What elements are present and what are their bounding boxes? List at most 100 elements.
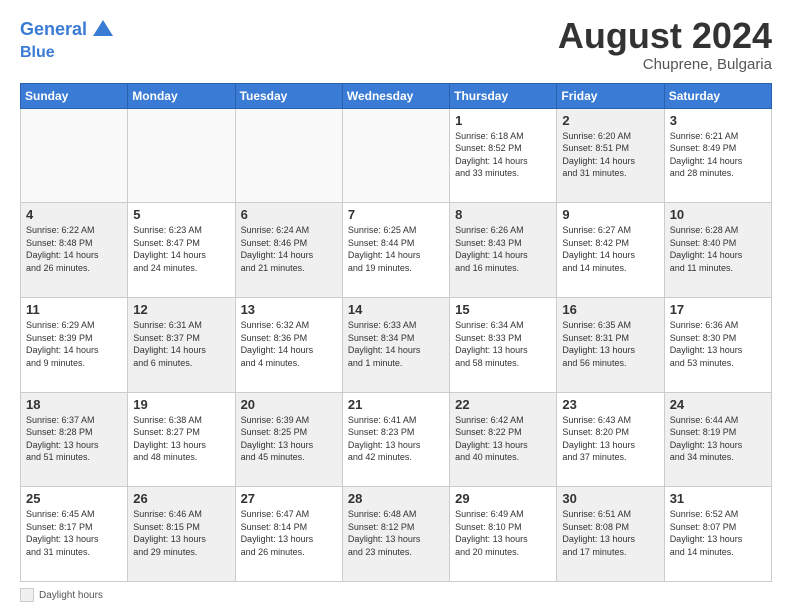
day-info: Sunrise: 6:25 AM Sunset: 8:44 PM Dayligh… — [348, 224, 444, 274]
day-cell: 15 Sunrise: 6:34 AM Sunset: 8:33 PM Dayli… — [450, 297, 557, 392]
weekday-header-thursday: Thursday — [450, 83, 557, 108]
month-year-title: August 2024 — [558, 16, 772, 56]
day-number: 9 — [562, 207, 658, 222]
day-number: 31 — [670, 491, 766, 506]
weekday-header-friday: Friday — [557, 83, 664, 108]
day-cell: 21Sunrise: 6:41 AM Sunset: 8:23 PM Dayli… — [342, 392, 449, 487]
day-cell: 10Sunrise: 6:28 AM Sunset: 8:40 PM Dayli… — [664, 203, 771, 298]
day-info: Sunrise: 6:38 AM Sunset: 8:27 PM Dayligh… — [133, 414, 229, 464]
day-number: 25 — [26, 491, 122, 506]
day-number: 20 — [241, 397, 337, 412]
day-number: 6 — [241, 207, 337, 222]
day-info: Sunrise: 6:27 AM Sunset: 8:42 PM Dayligh… — [562, 224, 658, 274]
day-cell: 23 Sunrise: 6:43 AM Sunset: 8:20 PM Dayli… — [557, 392, 664, 487]
day-info: Sunrise: 6:48 AM Sunset: 8:12 PM Dayligh… — [348, 508, 444, 558]
day-number: 15 — [455, 302, 551, 317]
weekday-header-row: SundayMondayTuesdayWednesdayThursdayFrid… — [21, 83, 772, 108]
weekday-header-tuesday: Tuesday — [235, 83, 342, 108]
day-number: 18 — [26, 397, 122, 412]
logo-line1: General — [20, 16, 117, 44]
day-cell: 8 Sunrise: 6:26 AM Sunset: 8:43 PM Daylig… — [450, 203, 557, 298]
location-title: Chuprene, Bulgaria — [558, 56, 772, 73]
day-number: 7 — [348, 207, 444, 222]
day-number: 26 — [133, 491, 229, 506]
day-cell: 16 Sunrise: 6:35 AM Sunset: 8:31 PM Dayli… — [557, 297, 664, 392]
day-number: 23 — [562, 397, 658, 412]
day-number: 30 — [562, 491, 658, 506]
day-number: 21 — [348, 397, 444, 412]
day-info: Sunrise: 6:33 AM Sunset: 8:34 PM Dayligh… — [348, 319, 444, 369]
logo-blue: Blue — [20, 44, 117, 62]
day-cell: 27 Sunrise: 6:47 AM Sunset: 8:14 PM Dayli… — [235, 487, 342, 582]
day-info: Sunrise: 6:18 AM Sunset: 8:52 PM Dayligh… — [455, 130, 551, 180]
day-info: Sunrise: 6:39 AM Sunset: 8:25 PM Dayligh… — [241, 414, 337, 464]
week-row-3: 18 Sunrise: 6:37 AM Sunset: 8:28 PM Dayli… — [21, 392, 772, 487]
day-number: 17 — [670, 302, 766, 317]
day-info: Sunrise: 6:28 AM Sunset: 8:40 PM Dayligh… — [670, 224, 766, 274]
day-info: Sunrise: 6:45 AM Sunset: 8:17 PM Dayligh… — [26, 508, 122, 558]
day-cell: 14 Sunrise: 6:33 AM Sunset: 8:34 PM Dayli… — [342, 297, 449, 392]
day-info: Sunrise: 6:36 AM Sunset: 8:30 PM Dayligh… — [670, 319, 766, 369]
day-cell: 9 Sunrise: 6:27 AM Sunset: 8:42 PM Daylig… — [557, 203, 664, 298]
day-cell: 24 Sunrise: 6:44 AM Sunset: 8:19 PM Dayli… — [664, 392, 771, 487]
day-info: Sunrise: 6:29 AM Sunset: 8:39 PM Dayligh… — [26, 319, 122, 369]
day-info: Sunrise: 6:42 AM Sunset: 8:22 PM Dayligh… — [455, 414, 551, 464]
day-cell: 31 Sunrise: 6:52 AM Sunset: 8:07 PM Dayli… — [664, 487, 771, 582]
day-cell: 7 Sunrise: 6:25 AM Sunset: 8:44 PM Daylig… — [342, 203, 449, 298]
footer: Daylight hours — [20, 588, 772, 602]
day-info: Sunrise: 6:35 AM Sunset: 8:31 PM Dayligh… — [562, 319, 658, 369]
weekday-header-wednesday: Wednesday — [342, 83, 449, 108]
day-cell: 29 Sunrise: 6:49 AM Sunset: 8:10 PM Dayli… — [450, 487, 557, 582]
title-block: August 2024 Chuprene, Bulgaria — [558, 16, 772, 73]
day-number: 11 — [26, 302, 122, 317]
day-cell: 1 Sunrise: 6:18 AM Sunset: 8:52 PM Daylig… — [450, 108, 557, 203]
day-cell: 18 Sunrise: 6:37 AM Sunset: 8:28 PM Dayli… — [21, 392, 128, 487]
day-cell: 22Sunrise: 6:42 AM Sunset: 8:22 PM Dayli… — [450, 392, 557, 487]
day-number: 5 — [133, 207, 229, 222]
day-info: Sunrise: 6:20 AM Sunset: 8:51 PM Dayligh… — [562, 130, 658, 180]
day-cell: 28 Sunrise: 6:48 AM Sunset: 8:12 PM Dayli… — [342, 487, 449, 582]
day-info: Sunrise: 6:34 AM Sunset: 8:33 PM Dayligh… — [455, 319, 551, 369]
day-cell — [235, 108, 342, 203]
day-number: 19 — [133, 397, 229, 412]
day-number: 28 — [348, 491, 444, 506]
day-number: 8 — [455, 207, 551, 222]
day-info: Sunrise: 6:37 AM Sunset: 8:28 PM Dayligh… — [26, 414, 122, 464]
day-cell: 12Sunrise: 6:31 AM Sunset: 8:37 PM Dayli… — [128, 297, 235, 392]
day-info: Sunrise: 6:22 AM Sunset: 8:48 PM Dayligh… — [26, 224, 122, 274]
page: General Blue August 2024 Chuprene, Bulga… — [0, 0, 792, 612]
day-cell: 13Sunrise: 6:32 AM Sunset: 8:36 PM Dayli… — [235, 297, 342, 392]
day-info: Sunrise: 6:51 AM Sunset: 8:08 PM Dayligh… — [562, 508, 658, 558]
legend: Daylight hours — [20, 588, 103, 602]
day-cell: 30 Sunrise: 6:51 AM Sunset: 8:08 PM Dayli… — [557, 487, 664, 582]
day-number: 2 — [562, 113, 658, 128]
day-cell: 19 Sunrise: 6:38 AM Sunset: 8:27 PM Dayli… — [128, 392, 235, 487]
day-info: Sunrise: 6:32 AM Sunset: 8:36 PM Dayligh… — [241, 319, 337, 369]
day-number: 16 — [562, 302, 658, 317]
day-info: Sunrise: 6:24 AM Sunset: 8:46 PM Dayligh… — [241, 224, 337, 274]
day-cell — [128, 108, 235, 203]
weekday-header-monday: Monday — [128, 83, 235, 108]
day-number: 24 — [670, 397, 766, 412]
day-cell: 11 Sunrise: 6:29 AM Sunset: 8:39 PM Dayli… — [21, 297, 128, 392]
day-info: Sunrise: 6:47 AM Sunset: 8:14 PM Dayligh… — [241, 508, 337, 558]
day-number: 27 — [241, 491, 337, 506]
week-row-2: 11 Sunrise: 6:29 AM Sunset: 8:39 PM Dayli… — [21, 297, 772, 392]
day-info: Sunrise: 6:43 AM Sunset: 8:20 PM Dayligh… — [562, 414, 658, 464]
day-cell: 20 Sunrise: 6:39 AM Sunset: 8:25 PM Dayli… — [235, 392, 342, 487]
day-info: Sunrise: 6:26 AM Sunset: 8:43 PM Dayligh… — [455, 224, 551, 274]
day-info: Sunrise: 6:52 AM Sunset: 8:07 PM Dayligh… — [670, 508, 766, 558]
day-cell: 17 Sunrise: 6:36 AM Sunset: 8:30 PM Dayli… — [664, 297, 771, 392]
day-cell: 6 Sunrise: 6:24 AM Sunset: 8:46 PM Daylig… — [235, 203, 342, 298]
day-number: 12 — [133, 302, 229, 317]
day-info: Sunrise: 6:23 AM Sunset: 8:47 PM Dayligh… — [133, 224, 229, 274]
week-row-1: 4Sunrise: 6:22 AM Sunset: 8:48 PM Daylig… — [21, 203, 772, 298]
day-number: 29 — [455, 491, 551, 506]
day-number: 14 — [348, 302, 444, 317]
day-info: Sunrise: 6:44 AM Sunset: 8:19 PM Dayligh… — [670, 414, 766, 464]
day-cell: 3Sunrise: 6:21 AM Sunset: 8:49 PM Daylig… — [664, 108, 771, 203]
day-info: Sunrise: 6:49 AM Sunset: 8:10 PM Dayligh… — [455, 508, 551, 558]
day-number: 1 — [455, 113, 551, 128]
weekday-header-sunday: Sunday — [21, 83, 128, 108]
legend-box — [20, 588, 34, 602]
